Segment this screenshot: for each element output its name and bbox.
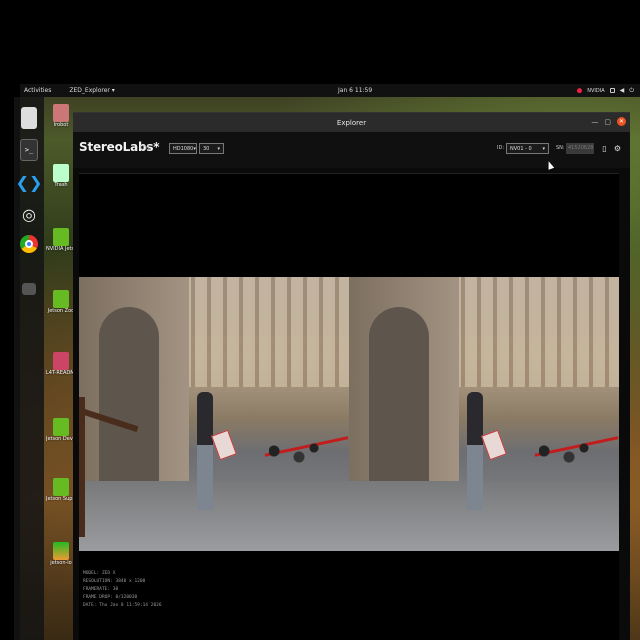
close-icon[interactable]: ✕ (617, 117, 626, 126)
desktop-item-jetson-community[interactable]: NVIDIA Jetson Community (46, 228, 76, 252)
desktop-item-jetson-io[interactable]: jetson-io (46, 542, 76, 566)
drive-icon[interactable] (22, 283, 36, 295)
desktop-item-label: jetson-io (50, 560, 72, 566)
chevron-down-icon: ▾ (542, 145, 545, 152)
top-bar: Activities ZED_Explorer ▾ Jan 6 11:59 ⬤ … (20, 84, 640, 97)
fps-select[interactable]: 30 ▾ (199, 143, 224, 154)
camera-value: NV01 - 0 (510, 145, 532, 152)
minimize-icon[interactable]: — (591, 118, 598, 126)
desktop-item-jetson-forums[interactable]: Jetson Support Forums (46, 478, 76, 502)
nvidia-icon (53, 478, 69, 496)
desktop-item-label: L4T-README (46, 370, 76, 376)
info-frame-drop: FRAME DROP: 0/320030 (83, 595, 138, 600)
explorer-window: Explorer — ▢ ✕ StereoLabs* LIVE HD1080 ▾… (73, 112, 630, 640)
camera-viewer: MODEL: ZED X RESOLUTION: 3840 x 1200 FRA… (79, 173, 619, 640)
desktop-screen: Activities ZED_Explorer ▾ Jan 6 11:59 ⬤ … (0, 0, 640, 640)
chrome-icon[interactable] (20, 235, 38, 253)
terminal-icon[interactable]: >_ (20, 139, 38, 161)
dock: >_ ❮❯ ◎ (14, 97, 44, 640)
vscode-icon[interactable]: ❮❯ (16, 171, 43, 193)
info-model: MODEL: ZED X (83, 571, 116, 576)
resolution-value: HD1080 (173, 145, 194, 152)
nvidia-tray-icon[interactable]: ⬤ (577, 88, 583, 94)
power-icon[interactable]: ⏻ (629, 87, 634, 95)
camera-info: MODEL: ZED X RESOLUTION: 3840 x 1200 FRA… (83, 570, 162, 610)
record-icon[interactable]: ▯ (600, 143, 609, 154)
fps-value: 30 (203, 145, 210, 152)
desktop-item-l4t-readme[interactable]: L4T-README (46, 352, 76, 376)
network-icon[interactable] (609, 88, 615, 93)
camera-select[interactable]: NV01 - 0 ▾ (506, 143, 549, 154)
desktop-item-trash[interactable]: Trash (46, 164, 76, 188)
desktop-item-home[interactable]: lrobot (46, 104, 76, 128)
desktop-item-label: Jetson Support Forums (46, 496, 76, 502)
right-camera-image (349, 277, 619, 551)
info-framerate: FRAMERATE: 30 (83, 587, 119, 592)
desktop-item-label: NVIDIA Jetson Community (46, 246, 76, 252)
desktop-item-jetson-developer[interactable]: Jetson Developer Zone (46, 418, 76, 442)
resolution-select[interactable]: HD1080 ▾ (169, 143, 197, 154)
info-resolution: RESOLUTION: 3840 x 1200 (83, 579, 146, 584)
window-controls: — ▢ ✕ (591, 117, 626, 126)
stereo-view (79, 277, 619, 551)
maximize-icon[interactable]: ▢ (604, 118, 611, 126)
desktop-item-label: Jetson Zoo (47, 308, 75, 314)
home-folder-icon (53, 104, 69, 122)
system-tray[interactable]: ⬤ NVIDIA ◀ ⏻ (577, 87, 634, 95)
document-icon (53, 352, 69, 370)
obs-icon[interactable]: ◎ (20, 203, 38, 225)
trash-icon (53, 164, 69, 182)
tray-nvidia-label: NVIDIA (587, 87, 605, 94)
window-title: Explorer (336, 118, 367, 127)
serial-field: 41520628 (566, 143, 594, 154)
left-camera-image (79, 277, 349, 551)
script-icon (53, 542, 69, 560)
activities-button[interactable]: Activities (24, 87, 51, 94)
chevron-down-icon: ▾ (193, 145, 196, 152)
window-titlebar[interactable]: Explorer — ▢ ✕ (73, 113, 630, 132)
nvidia-icon (53, 228, 69, 246)
volume-icon[interactable]: ◀ (620, 87, 625, 94)
nvidia-icon (53, 418, 69, 436)
live-label: LIVE (140, 145, 151, 151)
info-date: DATE: Thu Jan 8 11:59:14 2026 (83, 603, 162, 608)
nvidia-icon (53, 290, 69, 308)
camera-id-label: ID: (497, 145, 505, 151)
app-menu[interactable]: ZED_Explorer ▾ (69, 87, 114, 94)
gear-icon[interactable]: ⚙ (613, 143, 622, 154)
desktop-item-label: Trash (54, 182, 68, 188)
files-icon[interactable] (21, 107, 37, 129)
serial-label: SN: (556, 145, 565, 151)
chevron-down-icon: ▾ (217, 145, 220, 152)
desktop-item-label: Jetson Developer Zone (46, 436, 76, 442)
desktop-item-label: lrobot (53, 122, 69, 128)
clock[interactable]: Jan 6 11:59 (338, 87, 372, 94)
desktop-item-jetson-zoo[interactable]: Jetson Zoo (46, 290, 76, 314)
